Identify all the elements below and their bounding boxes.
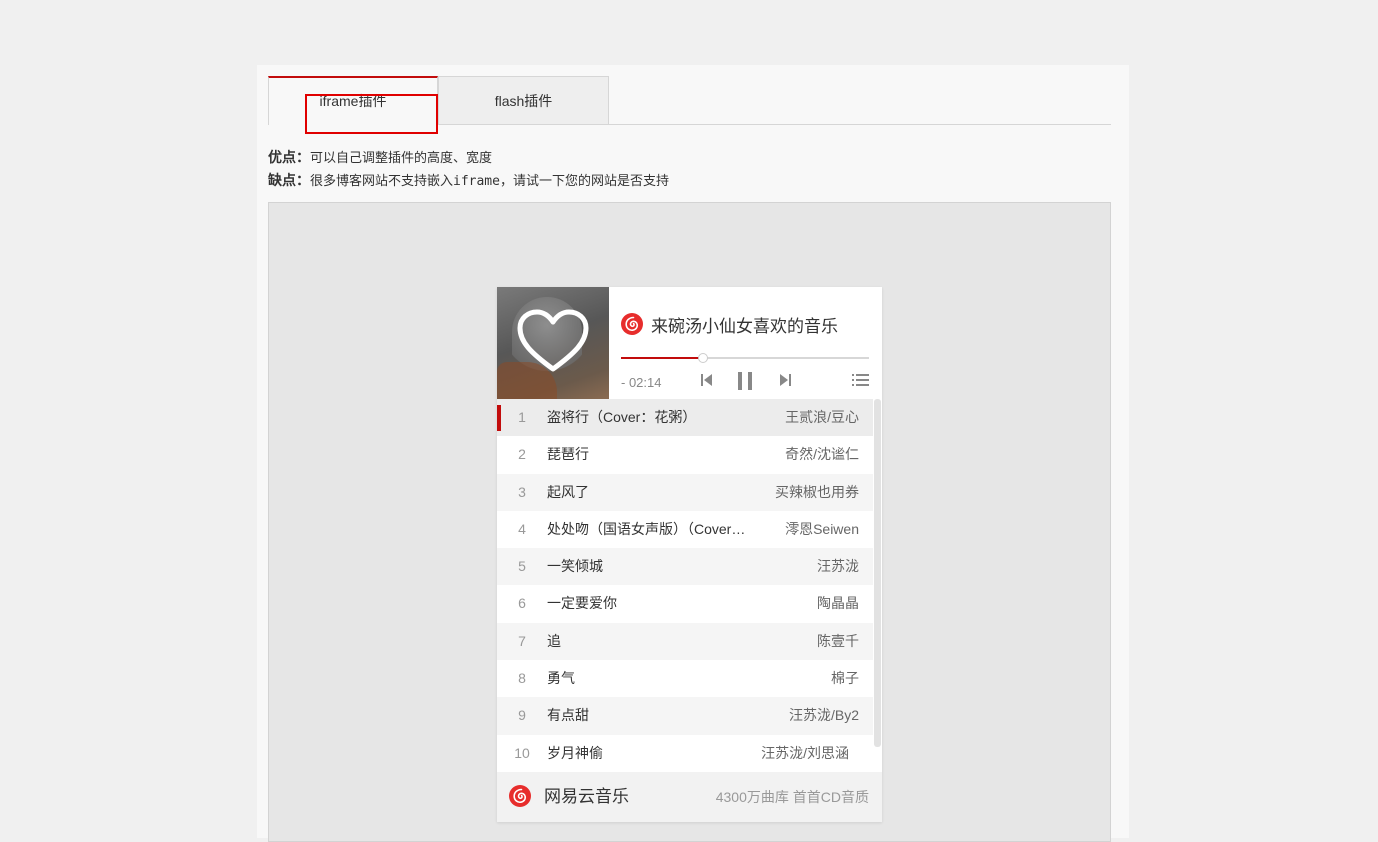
track-artist: 棉子 <box>831 670 859 687</box>
track-number: 4 <box>518 520 526 537</box>
track-artist: 陶晶晶 <box>817 595 859 612</box>
track-artist: 奇然/沈谧仁 <box>785 446 859 463</box>
cons-label: 缺点： <box>268 173 310 189</box>
track-row[interactable]: 10 岁月神偷 汪苏泷/刘思涵 <box>497 734 873 772</box>
track-title: 处处吻（国语女声版）（Cover：杨千嬅） <box>547 520 757 537</box>
playlist-title: 来碗汤小仙女喜欢的音乐 <box>651 316 838 336</box>
track-number: 6 <box>518 595 526 612</box>
track-title: 一定要爱你 <box>547 595 617 612</box>
progress-knob[interactable] <box>698 353 708 363</box>
track-artist: 汪苏泷 <box>817 558 859 575</box>
scrollbar-thumb[interactable] <box>874 399 881 747</box>
track-list-scrollbar[interactable] <box>873 399 882 772</box>
track-artist: 买辣椒也用券 <box>775 483 859 500</box>
track-artist: 澪恩Seiwen <box>785 520 859 537</box>
pros-line: 优点：可以自己调整插件的高度、宽度 <box>268 147 669 170</box>
heart-icon <box>517 309 589 372</box>
progress-bar[interactable] <box>621 353 869 363</box>
track-number: 1 <box>518 409 526 425</box>
next-icon[interactable] <box>779 373 791 387</box>
cons-line: 缺点：很多博客网站不支持嵌入iframe，请试一下您的网站是否支持 <box>268 170 669 193</box>
track-number: 3 <box>518 483 526 500</box>
pause-icon[interactable] <box>737 371 753 391</box>
track-artist: 汪苏泷/刘思涵 <box>761 744 849 761</box>
netease-logo-icon <box>509 785 531 807</box>
track-row[interactable]: 3 起风了 买辣椒也用券 <box>497 473 873 511</box>
track-title: 岁月神偷 <box>547 744 603 761</box>
footer-slogan: 4300万曲库 首首CD音质 <box>715 789 869 805</box>
title-row: 来碗汤小仙女喜欢的音乐 <box>621 311 838 337</box>
track-row[interactable]: 8 勇气 棉子 <box>497 660 873 698</box>
track-number: 5 <box>518 558 526 575</box>
track-row[interactable]: 6 一定要爱你 陶晶晶 <box>497 585 873 623</box>
track-number: 2 <box>518 446 526 463</box>
track-title: 琵琶行 <box>547 446 589 463</box>
track-title: 起风了 <box>547 483 589 500</box>
time-remaining: - 02:14 <box>621 375 662 390</box>
track-title: 追 <box>547 632 561 649</box>
highlight-box <box>305 94 438 134</box>
track-title: 有点甜 <box>547 707 589 724</box>
description: 优点：可以自己调整插件的高度、宽度 缺点：很多博客网站不支持嵌入iframe，请… <box>268 147 669 193</box>
track-row[interactable]: 4 处处吻（国语女声版）（Cover：杨千嬅） 澪恩Seiwen <box>497 510 873 549</box>
tab-flash[interactable]: flash插件 <box>438 76 609 124</box>
track-title: 勇气 <box>547 670 575 687</box>
pros-text: 可以自己调整插件的高度、宽度 <box>310 151 493 166</box>
album-cover[interactable] <box>497 287 609 399</box>
previous-icon[interactable] <box>701 373 713 387</box>
pros-label: 优点： <box>268 150 310 166</box>
progress-fill <box>621 357 703 359</box>
track-row[interactable]: 1 盗将行（Cover：花粥） 王贰浪/豆心 <box>497 399 873 437</box>
music-player: 来碗汤小仙女喜欢的音乐 - 02:14 1 盗将行（Cover：花粥） 王贰浪/… <box>497 287 882 822</box>
track-row[interactable]: 7 追 陈壹千 <box>497 622 873 661</box>
track-title: 一笑倾城 <box>547 558 603 575</box>
tab-bar: iframe插件 flash插件 <box>268 76 1111 134</box>
player-footer[interactable]: 网易云音乐 4300万曲库 首首CD音质 <box>497 772 882 822</box>
cons-text: 很多博客网站不支持嵌入iframe，请试一下您的网站是否支持 <box>310 174 669 189</box>
footer-brand: 网易云音乐 <box>544 787 629 806</box>
track-number: 10 <box>514 744 530 761</box>
track-number: 9 <box>518 707 526 724</box>
track-list: 1 盗将行（Cover：花粥） 王贰浪/豆心 2 琵琶行 奇然/沈谧仁 3 起风… <box>497 399 873 772</box>
track-row[interactable]: 9 有点甜 汪苏泷/By2 <box>497 697 873 735</box>
track-artist: 陈壹千 <box>817 632 859 649</box>
track-title: 盗将行（Cover：花粥） <box>547 409 697 425</box>
track-row[interactable]: 2 琵琶行 奇然/沈谧仁 <box>497 436 873 474</box>
track-number: 8 <box>518 670 526 687</box>
track-artist: 王贰浪/豆心 <box>785 409 859 425</box>
playlist-icon[interactable] <box>852 373 869 387</box>
track-row[interactable]: 5 一笑倾城 汪苏泷 <box>497 548 873 586</box>
track-artist: 汪苏泷/By2 <box>788 707 859 724</box>
track-number: 7 <box>518 632 526 649</box>
netease-logo-icon <box>621 313 643 335</box>
